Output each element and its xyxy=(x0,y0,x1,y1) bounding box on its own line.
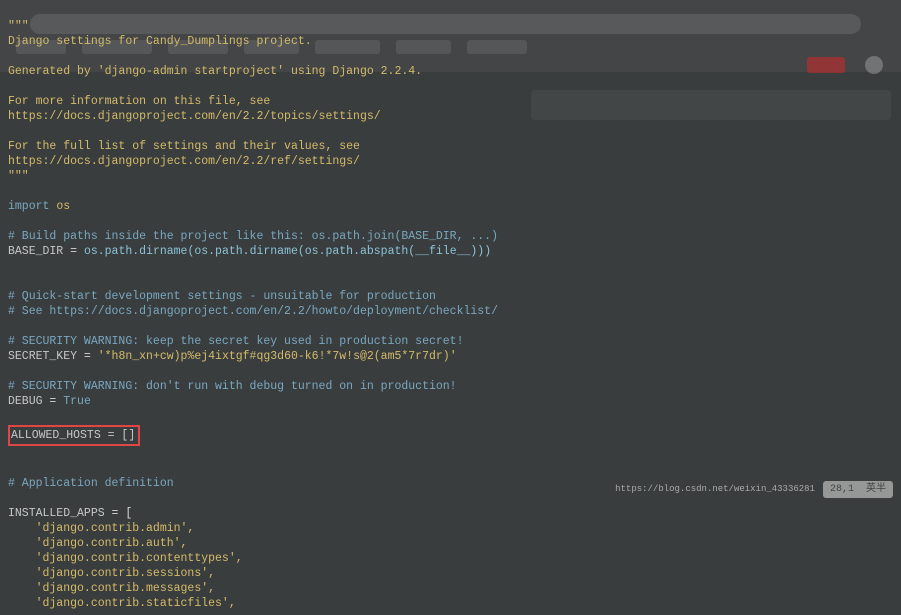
docstring-line: For more information on this file, see xyxy=(8,95,270,108)
avatar[interactable] xyxy=(865,56,883,74)
docstring-close: """ xyxy=(8,170,29,183)
comment-line: # Build paths inside the project like th… xyxy=(8,230,498,243)
secret-value: '*h8n_xn+cw)p%ej4ixtgf#qg3d60-k6!*7w!s@2… xyxy=(98,350,457,363)
docstring-line: https://docs.djangoproject.com/en/2.2/re… xyxy=(8,155,360,168)
docstring-line: https://docs.djangoproject.com/en/2.2/to… xyxy=(8,110,381,123)
import-module: os xyxy=(56,200,70,213)
docstring-line: Django settings for Candy_Dumplings proj… xyxy=(8,35,312,48)
docstring-open: """ xyxy=(8,20,29,33)
var-basedir: BASE_DIR xyxy=(8,245,63,258)
installed-app-item: 'django.contrib.auth', xyxy=(8,537,187,550)
comment-line: # Application definition xyxy=(8,477,174,490)
highlight-allowed-hosts: ALLOWED_HOSTS = [] xyxy=(8,425,140,446)
comment-line: # Quick-start development settings - uns… xyxy=(8,290,436,303)
code-editor[interactable]: """ Django settings for Candy_Dumplings … xyxy=(0,0,506,615)
cursor-position: 28,1 英半 xyxy=(823,481,893,498)
installed-app-item: 'django.contrib.messages', xyxy=(8,582,215,595)
comment-line: # SECURITY WARNING: keep the secret key … xyxy=(8,335,463,348)
installed-app-item: 'django.contrib.contenttypes', xyxy=(8,552,243,565)
comment-line: # See https://docs.djangoproject.com/en/… xyxy=(8,305,498,318)
import-keyword: import xyxy=(8,200,49,213)
var-debug: DEBUG xyxy=(8,395,43,408)
installed-app-item: 'django.contrib.staticfiles', xyxy=(8,597,236,610)
var-secretkey: SECRET_KEY xyxy=(8,350,77,363)
installed-app-item: 'django.contrib.admin', xyxy=(8,522,194,535)
login-button[interactable] xyxy=(807,57,845,73)
comment-line: # SECURITY WARNING: don't run with debug… xyxy=(8,380,457,393)
expr-basedir: os.path.dirname(os.path.dirname(os.path.… xyxy=(84,245,491,258)
allowed-hosts-line: ALLOWED_HOSTS = [] xyxy=(11,429,135,442)
debug-value: True xyxy=(63,395,91,408)
docstring-line: For the full list of settings and their … xyxy=(8,140,360,153)
var-installed-apps: INSTALLED_APPS xyxy=(8,507,105,520)
docstring-line: Generated by 'django-admin startproject'… xyxy=(8,65,422,78)
status-bar: https://blog.csdn.net/weixin_43336281 28… xyxy=(615,481,893,498)
page-content-faded xyxy=(531,90,891,120)
watermark-url: https://blog.csdn.net/weixin_43336281 xyxy=(615,482,815,497)
installed-app-item: 'django.contrib.sessions', xyxy=(8,567,215,580)
